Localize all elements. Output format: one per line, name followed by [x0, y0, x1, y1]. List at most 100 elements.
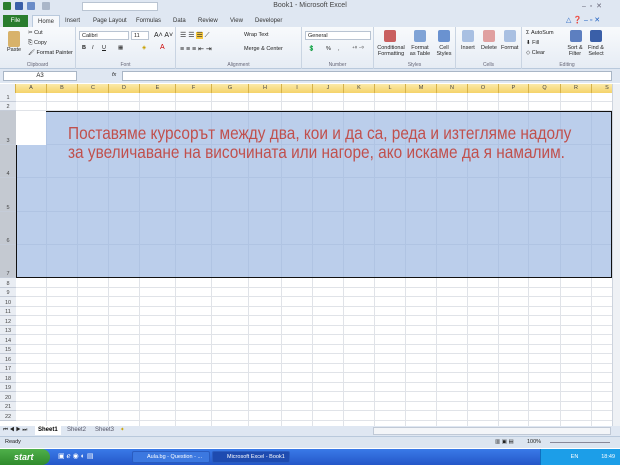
column-header[interactable]: B — [47, 84, 78, 93]
column-header[interactable]: I — [282, 84, 313, 93]
row-header[interactable]: 22 — [0, 411, 16, 421]
row-header[interactable]: 18 — [0, 373, 16, 383]
currency-icon[interactable]: 💲 — [308, 46, 315, 52]
column-header[interactable]: J — [313, 84, 344, 93]
font-name-select[interactable]: Calibri — [79, 31, 129, 40]
row-header[interactable]: 1 — [0, 93, 16, 102]
zoom-slider[interactable] — [550, 442, 610, 443]
clear-button[interactable]: ◇ Clear — [526, 50, 545, 56]
column-header[interactable]: H — [249, 84, 282, 93]
percent-button[interactable]: % — [326, 46, 331, 52]
autosum-button[interactable]: Σ AutoSum — [526, 30, 554, 36]
row-header[interactable]: 5 — [0, 178, 16, 212]
column-header[interactable]: A — [16, 84, 47, 93]
spreadsheet-grid[interactable]: A B C D E F G H I J K L M N O P Q R S 1 2 3 4 5 6 7 8 9 10 11 12 13 14 15… — [0, 84, 612, 426]
font-size-select[interactable]: 11 — [131, 31, 149, 40]
sheet-tab-3[interactable]: Sheet3 — [92, 426, 117, 435]
paste-icon[interactable] — [8, 31, 20, 47]
format-as-table-button[interactable]: Format as Table — [408, 45, 432, 57]
select-all-corner[interactable] — [0, 84, 16, 93]
start-button[interactable]: start — [0, 449, 50, 465]
paste-button[interactable]: Paste — [7, 47, 21, 53]
sort-filter-button[interactable]: Sort & Filter — [566, 45, 584, 57]
horizontal-scrollbar[interactable] — [373, 427, 611, 435]
tab-view[interactable]: View — [225, 15, 248, 27]
column-header[interactable]: Q — [529, 84, 561, 93]
column-header[interactable]: P — [499, 84, 529, 93]
tab-insert[interactable]: Insert — [60, 15, 85, 27]
language-indicator[interactable]: EN — [571, 454, 579, 460]
column-header[interactable]: M — [406, 84, 437, 93]
tab-developer[interactable]: Developer — [250, 15, 287, 27]
row-header[interactable]: 4 — [0, 145, 16, 178]
tab-home[interactable]: Home — [32, 15, 61, 27]
new-sheet-icon[interactable]: ✦ — [120, 427, 125, 433]
row-header[interactable]: 11 — [0, 306, 16, 316]
tab-data[interactable]: Data — [168, 15, 191, 27]
taskbar-item-excel[interactable]: Microsoft Excel - Book1 — [212, 451, 290, 463]
sheet-tab-1[interactable]: Sheet1 — [35, 426, 61, 435]
tab-review[interactable]: Review — [193, 15, 223, 27]
column-header[interactable]: K — [344, 84, 375, 93]
column-header[interactable]: L — [375, 84, 406, 93]
row-header[interactable]: 9 — [0, 287, 16, 297]
active-cell[interactable] — [16, 111, 46, 145]
window-controls[interactable]: – ▫ ✕ — [582, 2, 602, 10]
formula-input[interactable] — [122, 71, 612, 81]
align-top-icons[interactable]: ☰ ☰ ☰ ⟋ — [180, 31, 210, 40]
column-header[interactable]: C — [78, 84, 109, 93]
column-header[interactable]: D — [109, 84, 140, 93]
copy-button[interactable]: ⎘ Copy — [28, 40, 47, 47]
wrap-text-button[interactable]: Wrap Text — [244, 32, 269, 38]
conditional-formatting-button[interactable]: Conditional Formatting — [375, 45, 407, 57]
row-header[interactable]: 15 — [0, 344, 16, 354]
tab-file[interactable]: File — [3, 15, 28, 27]
borders-icon[interactable]: ▦ — [118, 45, 123, 51]
row-header[interactable]: 21 — [0, 401, 16, 411]
taskbar-item-browser[interactable]: Aula.bg - Question - ... — [132, 451, 210, 463]
view-buttons[interactable]: ▥ ▣ ▤ — [495, 439, 514, 445]
column-header[interactable]: O — [468, 84, 499, 93]
bold-button[interactable]: B — [82, 45, 86, 51]
sheet-nav-icons[interactable]: ⏮ ◀ ▶ ⏭ — [3, 427, 27, 434]
insert-button[interactable]: Insert — [461, 45, 475, 51]
italic-button[interactable]: I — [92, 45, 94, 51]
merge-center-button[interactable]: Merge & Center — [244, 46, 283, 52]
row-header[interactable]: 20 — [0, 392, 16, 402]
tab-page-layout[interactable]: Page Layout — [88, 15, 132, 27]
delete-button[interactable]: Delete — [481, 45, 497, 51]
format-painter-button[interactable]: 🖌 Format Painter — [28, 50, 73, 56]
sheet-tab-2[interactable]: Sheet2 — [64, 426, 89, 435]
name-box[interactable]: A3 — [3, 71, 77, 81]
row-header[interactable]: 3 — [0, 111, 16, 145]
row-header[interactable]: 16 — [0, 354, 16, 364]
format-button[interactable]: Format — [501, 45, 518, 51]
quick-launch-icons[interactable]: ▣ ℯ ◉ ◐ ▤ — [58, 452, 94, 460]
column-header[interactable]: E — [140, 84, 176, 93]
row-header[interactable]: 13 — [0, 325, 16, 335]
find-select-button[interactable]: Find & Select — [586, 45, 606, 57]
row-header[interactable]: 12 — [0, 316, 16, 326]
column-header[interactable]: S — [592, 84, 612, 93]
row-header[interactable]: 10 — [0, 297, 16, 307]
comma-button[interactable]: , — [338, 46, 340, 52]
font-color-icon[interactable]: A — [160, 44, 165, 51]
grow-font-icon[interactable]: A˄ A˅ — [154, 32, 173, 39]
cut-button[interactable]: ✂ Cut — [28, 30, 43, 36]
cell-styles-button[interactable]: Cell Styles — [434, 45, 454, 57]
row-header[interactable]: 2 — [0, 102, 16, 111]
column-header[interactable]: R — [561, 84, 592, 93]
number-format-select[interactable]: General — [305, 31, 371, 40]
column-header[interactable]: N — [437, 84, 468, 93]
align-left-icons[interactable]: ≡ ≡ ≡ ⇤ ⇥ — [180, 45, 212, 53]
vertical-scrollbar[interactable] — [612, 84, 620, 426]
column-header[interactable]: G — [212, 84, 249, 93]
fill-color-icon[interactable]: ◈ — [142, 45, 146, 51]
row-header[interactable]: 19 — [0, 382, 16, 392]
row-header[interactable]: 8 — [0, 278, 16, 288]
fx-button[interactable]: fx — [112, 72, 116, 78]
decimal-icons[interactable]: ⁺⁰ ⁻⁰ — [352, 46, 364, 52]
row-header[interactable]: 7 — [0, 245, 16, 278]
zoom-level[interactable]: 100% — [527, 439, 541, 445]
help-icon[interactable]: △ ❓ – ▫ ✕ — [566, 16, 600, 24]
